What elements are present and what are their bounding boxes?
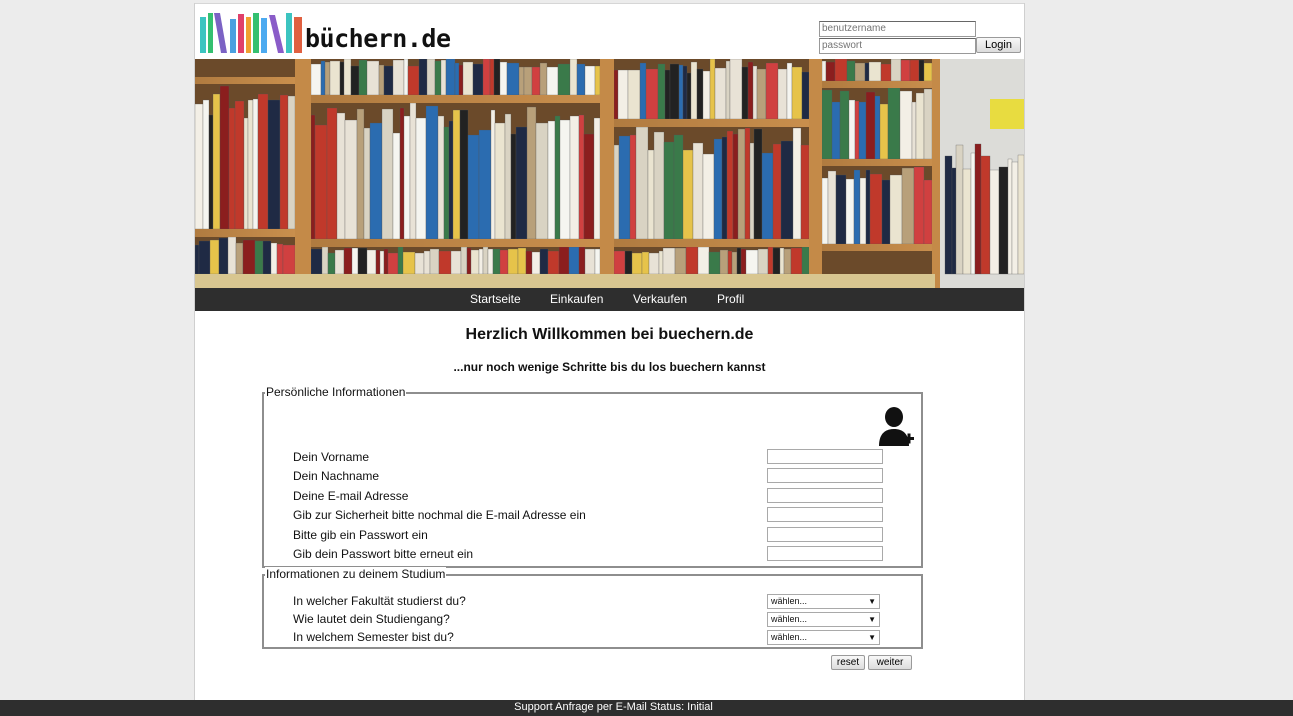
- books-logo-icon: [200, 13, 302, 53]
- weiter-button[interactable]: weiter: [868, 655, 912, 670]
- main-nav: Startseite Einkaufen Verkaufen Profil: [195, 288, 1024, 311]
- password-label: Bitte gib ein Passwort ein: [293, 528, 428, 542]
- dropdown-arrow-icon: ▼: [868, 597, 876, 606]
- firstname-label: Dein Vorname: [293, 450, 370, 464]
- faculty-label: In welcher Fakultät studierst du?: [293, 594, 466, 608]
- login-button[interactable]: Login: [976, 37, 1021, 53]
- page-subtitle: ...nur noch wenige Schritte bis du los b…: [453, 360, 766, 374]
- email-label: Deine E-mail Adresse: [293, 489, 409, 503]
- logo-text: büchern.de: [305, 24, 451, 53]
- lastname-input[interactable]: [767, 468, 883, 483]
- firstname-input[interactable]: [767, 449, 883, 464]
- study-info-fieldset: Informationen zu deinem Studium In welch…: [262, 567, 923, 649]
- footer-status-text: Support Anfrage per E-Mail Status: Initi…: [514, 701, 713, 713]
- semester-select[interactable]: wählen... ▼: [767, 630, 880, 645]
- site-logo[interactable]: büchern.de: [200, 11, 451, 57]
- page-container: büchern.de Login Startseite Ei: [194, 3, 1025, 716]
- header: büchern.de Login: [195, 3, 1024, 60]
- course-select[interactable]: wählen... ▼: [767, 612, 880, 627]
- password-field[interactable]: [767, 527, 883, 542]
- bookshelf-banner-image: [195, 59, 1024, 288]
- nav-einkaufen[interactable]: Einkaufen: [550, 288, 603, 311]
- faculty-select[interactable]: wählen... ▼: [767, 594, 880, 609]
- personal-info-fieldset: Persönliche Informationen Dein Vorname D…: [262, 385, 923, 568]
- reset-button[interactable]: reset: [831, 655, 865, 670]
- password-confirm-field[interactable]: [767, 546, 883, 561]
- email-input[interactable]: [767, 488, 883, 503]
- footer-status-bar: Support Anfrage per E-Mail Status: Initi…: [0, 700, 1293, 716]
- username-input[interactable]: [819, 21, 976, 37]
- email-confirm-input[interactable]: [767, 507, 883, 522]
- add-user-icon: [879, 407, 914, 446]
- course-select-value: wählen...: [771, 614, 808, 624]
- nav-verkaufen[interactable]: Verkaufen: [633, 288, 687, 311]
- nav-startseite[interactable]: Startseite: [470, 288, 521, 311]
- semester-label: In welchem Semester bist du?: [293, 630, 454, 644]
- semester-select-value: wählen...: [771, 632, 808, 642]
- password-input[interactable]: [819, 38, 976, 54]
- course-label: Wie lautet dein Studiengang?: [293, 612, 450, 626]
- study-info-legend: Informationen zu deinem Studium: [265, 567, 447, 581]
- personal-info-legend: Persönliche Informationen: [265, 385, 407, 399]
- nav-profil[interactable]: Profil: [717, 288, 744, 311]
- dropdown-arrow-icon: ▼: [868, 615, 876, 624]
- password-confirm-label: Gib dein Passwort bitte erneut ein: [293, 547, 474, 561]
- dropdown-arrow-icon: ▼: [868, 633, 876, 642]
- email-confirm-label: Gib zur Sicherheit bitte nochmal die E-m…: [293, 508, 586, 522]
- page-title: Herzlich Willkommen bei buechern.de: [465, 326, 754, 343]
- lastname-label: Dein Nachname: [293, 469, 380, 483]
- faculty-select-value: wählen...: [771, 596, 808, 606]
